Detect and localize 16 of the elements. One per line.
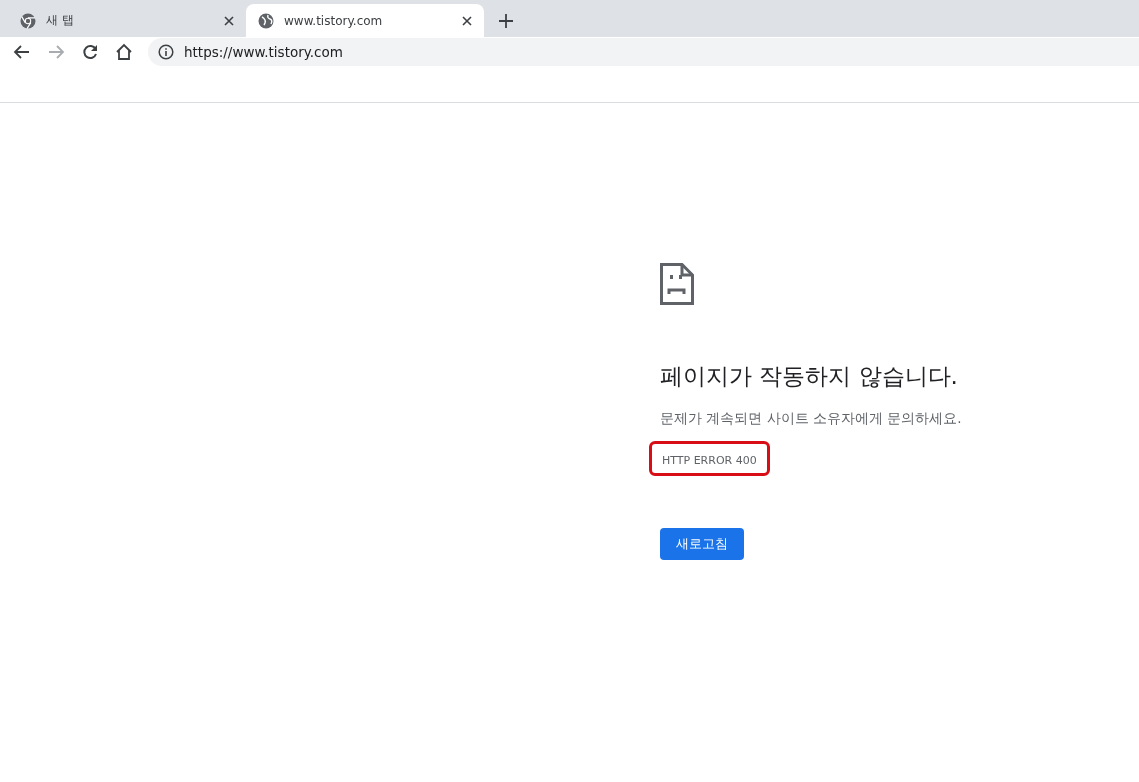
close-icon[interactable] (222, 13, 236, 28)
sad-page-icon (660, 263, 694, 305)
error-code: HTTP ERROR 400 (662, 454, 757, 467)
browser-tab[interactable]: 새 탭 (8, 4, 246, 37)
reload-button[interactable]: 새로고침 (660, 528, 744, 560)
home-icon[interactable] (114, 42, 134, 62)
globe-icon (258, 12, 274, 29)
info-icon[interactable] (158, 44, 174, 60)
address-bar[interactable]: https://www.tistory.com (148, 38, 1139, 66)
error-title: 페이지가 작동하지 않습니다. (660, 362, 958, 391)
browser-tab[interactable]: www.tistory.com (246, 4, 484, 37)
new-tab-icon[interactable] (496, 11, 516, 31)
reload-icon[interactable] (80, 42, 100, 62)
browser-logo-icon (20, 12, 36, 29)
error-message: 문제가 계속되면 사이트 소유자에게 문의하세요. (660, 410, 962, 428)
close-icon[interactable] (460, 13, 474, 28)
